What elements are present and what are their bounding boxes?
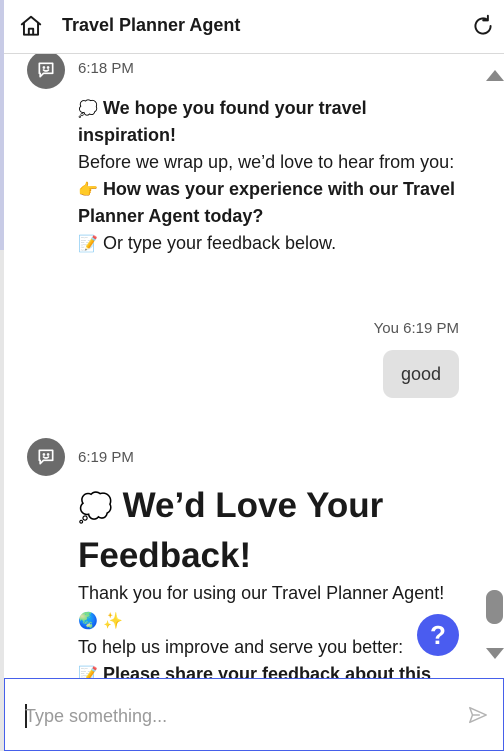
pointing-hand-icon: 👉 (78, 180, 98, 199)
message-heading: We hope you found your travel inspiratio… (78, 98, 367, 145)
message-text: Before we wrap up, we’d love to hear fro… (78, 152, 455, 172)
message-time: 6:18 PM (78, 60, 134, 77)
agent-avatar (27, 438, 65, 476)
message-question: How was your experience with our Travel … (78, 179, 456, 226)
thought-bubble-icon: 💭 (78, 491, 113, 524)
chat-transcript[interactable]: 6:18 PM 💭 We hope you found your travel … (4, 54, 484, 678)
page-title: Travel Planner Agent (62, 15, 241, 35)
agent-message: Thank you for using our Travel Planner A… (78, 580, 463, 678)
message-text: Or type your feedback below. (102, 233, 337, 253)
message-prompt: Please share your feedback about this (102, 664, 432, 678)
help-button[interactable]: ? (417, 614, 459, 656)
globe-sparkles-icon: 🌏 ✨ (78, 611, 123, 630)
user-message-label: You 6:19 PM (373, 320, 459, 337)
feedback-heading: 💭 We’d Love Your Feedback! (78, 482, 478, 580)
scroll-up-arrow[interactable] (486, 70, 504, 81)
memo-icon: 📝 (78, 234, 98, 253)
feedback-heading-text: We’d Love Your Feedback! (78, 486, 384, 575)
home-icon (20, 15, 42, 36)
home-button[interactable] (18, 13, 44, 39)
scrollbar-thumb[interactable] (486, 590, 503, 624)
refresh-icon (474, 14, 492, 35)
send-icon (469, 706, 487, 724)
chat-bot-icon (38, 62, 54, 78)
send-button[interactable] (467, 704, 489, 726)
message-text: To help us improve and serve you better: (78, 637, 404, 657)
app-header: Travel Planner Agent (4, 0, 504, 54)
message-composer (4, 678, 504, 751)
message-time: 6:19 PM (78, 449, 134, 466)
thought-bubble-icon: 💭 (78, 99, 98, 118)
agent-message: 💭 We hope you found your travel inspirat… (78, 95, 463, 257)
chat-bot-icon (38, 449, 54, 465)
memo-icon: 📝 (78, 665, 98, 678)
scroll-down-arrow[interactable] (486, 648, 504, 659)
user-message-bubble: good (382, 350, 459, 398)
message-input[interactable] (25, 703, 445, 729)
agent-avatar (27, 54, 65, 89)
refresh-button[interactable] (470, 13, 496, 39)
message-text: Thank you for using our Travel Planner A… (78, 583, 445, 603)
